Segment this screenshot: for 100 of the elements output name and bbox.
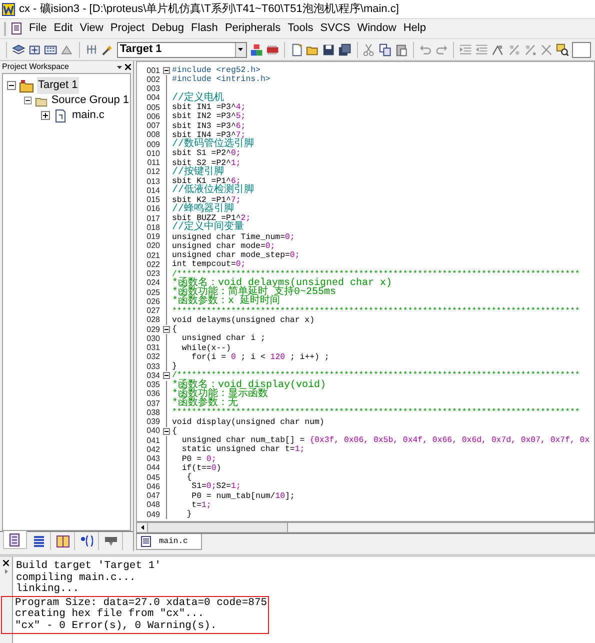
line-number: 036 bbox=[146, 390, 161, 398]
line-number: 019 bbox=[146, 233, 161, 242]
line-number: 024 bbox=[146, 279, 161, 288]
menu-item[interactable]: View bbox=[76, 20, 106, 37]
code-line: //定义中间变量 bbox=[171, 223, 244, 232]
code-editor[interactable] bbox=[136, 61, 595, 522]
line-number: 008 bbox=[146, 131, 161, 140]
code-line: P0 = 0; bbox=[180, 454, 216, 464]
line-number: 013 bbox=[146, 178, 161, 186]
save-all-icon[interactable] bbox=[338, 42, 352, 56]
dropdown-icon[interactable] bbox=[117, 66, 122, 68]
code-line: S1=0;S2=1; bbox=[190, 482, 241, 492]
output-line: Build target 'Target 1' bbox=[16, 561, 162, 572]
file-tab[interactable]: main.c bbox=[136, 534, 202, 550]
line-number: 028 bbox=[146, 316, 161, 324]
code-line: } bbox=[186, 510, 192, 520]
tree-item[interactable]: Source Group 1 bbox=[50, 92, 130, 109]
menu-item[interactable]: Peripherals bbox=[222, 20, 284, 37]
line-number: 046 bbox=[146, 482, 161, 491]
fold-icon[interactable] bbox=[162, 428, 170, 435]
menu-item[interactable]: File bbox=[26, 20, 50, 37]
code-line: for(i = 0 ; i < 120 ; i++) ; bbox=[192, 352, 330, 362]
line-number: 005 bbox=[146, 104, 161, 112]
output-line: compiling main.c... bbox=[16, 572, 137, 584]
fold-icon[interactable] bbox=[162, 326, 170, 334]
line-number: 045 bbox=[146, 474, 161, 482]
close-icon[interactable] bbox=[3, 560, 9, 566]
code-line: *函数参数：无 bbox=[171, 399, 238, 408]
code-line: #include <reg52.h> bbox=[171, 66, 260, 75]
line-number: 014 bbox=[146, 186, 161, 195]
search-field[interactable] bbox=[572, 42, 592, 58]
collapse-icon[interactable] bbox=[7, 81, 16, 90]
line-number: 042 bbox=[146, 446, 161, 454]
code-line: //蜂鸣器引脚 bbox=[171, 204, 234, 214]
fold-icon[interactable] bbox=[162, 67, 170, 74]
code-line: unsigned char Time_num=0; bbox=[171, 232, 295, 242]
line-number: 031 bbox=[146, 344, 161, 352]
code-line: sbit IN2 =P3^5; bbox=[171, 112, 246, 122]
line-number: 016 bbox=[146, 205, 161, 214]
line-number: 009 bbox=[146, 140, 161, 149]
find-in-files-icon[interactable] bbox=[556, 42, 570, 56]
menu-item[interactable]: Tools bbox=[284, 20, 316, 37]
output-line: linking... bbox=[16, 584, 80, 596]
braces-icon bbox=[80, 534, 94, 548]
line-number: 002 bbox=[146, 76, 161, 84]
code-line: /********************************************************************************** bbox=[171, 270, 580, 278]
code-line: //定义电机 bbox=[171, 94, 224, 103]
panel-tab[interactable] bbox=[3, 531, 27, 549]
menu-item[interactable]: SVCS bbox=[317, 20, 354, 37]
line-number: 029 bbox=[146, 326, 161, 334]
menu-item[interactable]: Help bbox=[400, 20, 429, 37]
menu-item[interactable]: Project bbox=[107, 20, 148, 37]
line-number: 035 bbox=[146, 381, 161, 390]
copy-icon[interactable] bbox=[378, 42, 392, 56]
line-number: 007 bbox=[146, 122, 161, 130]
shapes-icon[interactable] bbox=[250, 42, 263, 56]
line-number: 037 bbox=[146, 400, 161, 408]
menu-item[interactable]: Window bbox=[354, 20, 400, 37]
caret-icon bbox=[4, 569, 8, 574]
code-line: *函数参数：x 延时时间 bbox=[171, 297, 280, 306]
dropdown-icon[interactable] bbox=[238, 48, 244, 51]
output-line: creating hex file from "cx"... bbox=[15, 609, 206, 620]
close-icon[interactable] bbox=[125, 64, 131, 70]
scroll-left-icon[interactable] bbox=[140, 525, 144, 530]
expand-icon[interactable] bbox=[41, 111, 50, 120]
code-line: unsigned char mode=0; bbox=[171, 242, 276, 251]
menu-item[interactable]: Debug bbox=[148, 20, 188, 37]
fold-icon[interactable] bbox=[162, 372, 170, 380]
document-icon[interactable] bbox=[10, 22, 23, 35]
panel-title: Project Workspace bbox=[2, 63, 69, 71]
menu-item[interactable]: Edit bbox=[50, 20, 76, 37]
tree-item[interactable]: main.c bbox=[71, 107, 106, 124]
code-line: unsigned char num_tab[] = {0x3f, 0x06, 0x5b, 0x4f, 0x66, 0x6d, 0x7d, 0x07, 0x7f, 0x bbox=[180, 436, 590, 445]
code-line: t=1; bbox=[191, 500, 212, 510]
menu-item[interactable]: Flash bbox=[188, 20, 221, 37]
line-number: 044 bbox=[146, 464, 161, 472]
code-line: static unsigned char t=1; bbox=[180, 445, 305, 454]
window-title: cx - 礦ision3 - [D:\proteus\单片机仿真\T系列\T41~T60\T51泡泡机\程序\main.c] bbox=[19, 2, 399, 17]
code-line: void delayms(unsigned char x) bbox=[171, 316, 314, 325]
output-line: Program Size: data=27.0 xdata=0 code=875 bbox=[15, 598, 268, 608]
line-number: 015 bbox=[146, 196, 161, 204]
tree-item[interactable]: Target 1 bbox=[37, 77, 79, 94]
output-line: "cx" - 0 Error(s), 0 Warning(s). bbox=[15, 620, 218, 632]
layers-icon[interactable] bbox=[12, 42, 26, 56]
paste-icon[interactable] bbox=[394, 42, 408, 56]
line-number: 018 bbox=[146, 224, 161, 232]
target-dropdown[interactable]: Target 1 bbox=[116, 42, 247, 58]
save-icon[interactable] bbox=[322, 42, 336, 56]
line-number: 011 bbox=[146, 159, 161, 168]
line-number: 034 bbox=[146, 372, 161, 380]
code-line: { bbox=[186, 473, 192, 482]
scrollbar-thumb[interactable] bbox=[148, 523, 288, 532]
code-line: sbit S1 =P2^0; bbox=[171, 149, 241, 158]
line-number: 030 bbox=[146, 334, 161, 343]
wand-icon[interactable] bbox=[100, 42, 114, 56]
code-line: unsigned char i ; bbox=[180, 334, 266, 344]
line-number: 033 bbox=[146, 362, 161, 371]
collapse-icon[interactable] bbox=[24, 96, 32, 105]
line-number: 027 bbox=[146, 307, 161, 316]
new-file-icon[interactable] bbox=[290, 42, 304, 56]
